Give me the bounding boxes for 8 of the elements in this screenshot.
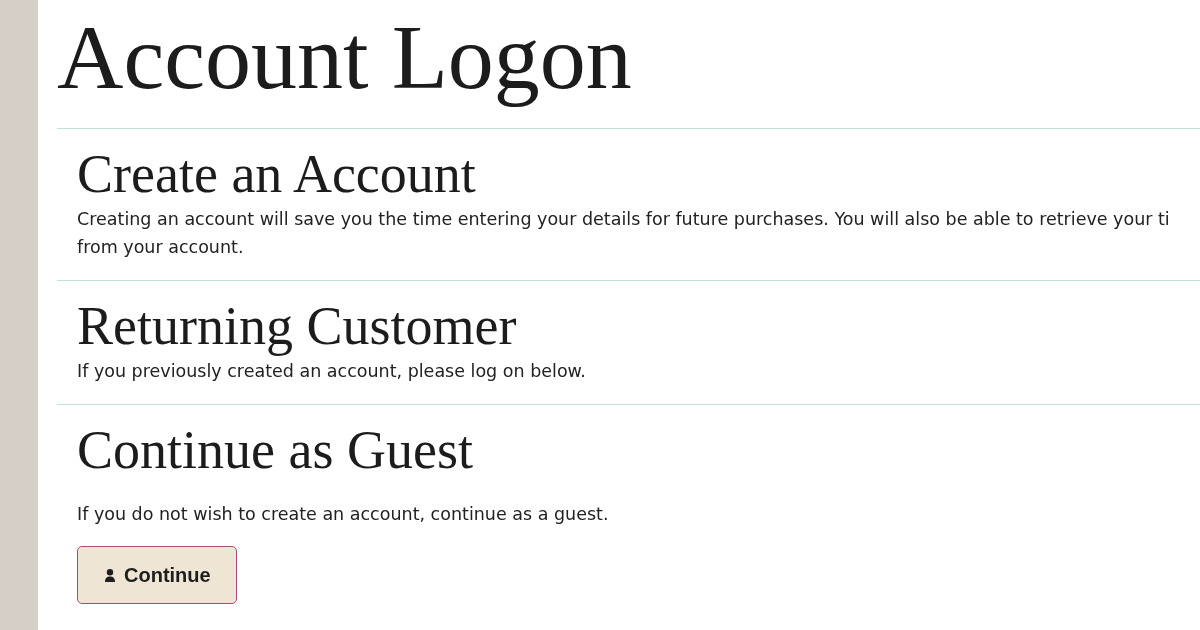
person-icon: [105, 568, 115, 582]
section-description: If you previously created an account, please log on below.: [77, 360, 586, 383]
continue-button[interactable]: Continue: [77, 546, 237, 604]
section-description: Creating an account will save you the time entering your details for future purchases. You will also be able to retrieve your ti from your account.: [77, 208, 1170, 259]
section-heading: Create an Account: [77, 147, 476, 201]
section-description: If you do not wish to create an account, continue as a guest.: [77, 503, 609, 526]
page-title: Account Logon: [57, 8, 632, 107]
section-heading: Continue as Guest: [77, 423, 473, 477]
